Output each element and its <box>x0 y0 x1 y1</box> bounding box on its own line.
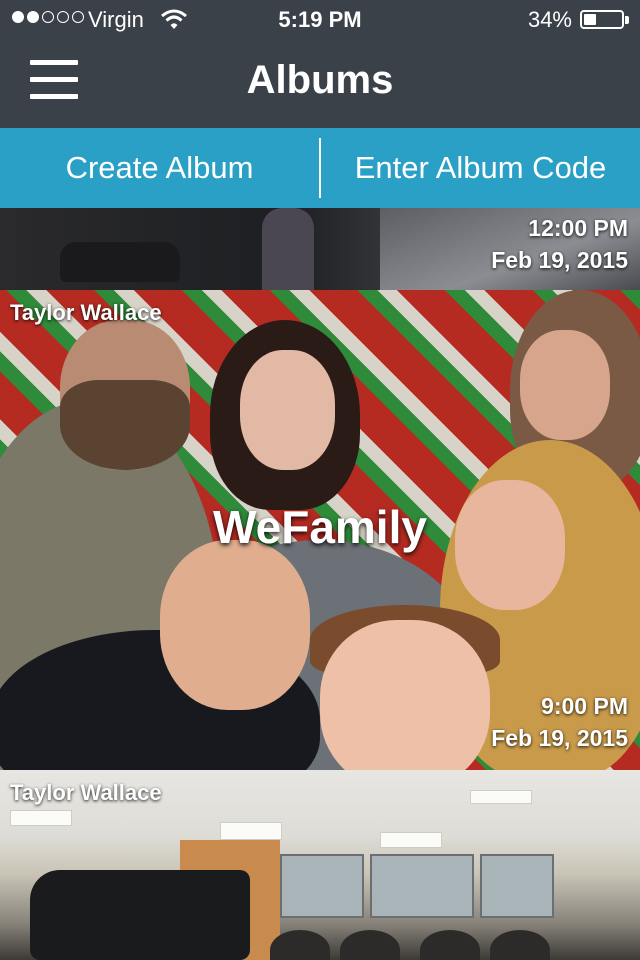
album-time: 9:00 PM <box>541 693 628 719</box>
navigation-bar: Albums <box>0 40 640 128</box>
enter-album-code-button[interactable]: Enter Album Code <box>321 128 640 208</box>
album-owner: Taylor Wallace <box>10 780 162 805</box>
battery-level <box>584 14 596 25</box>
album-date: Feb 19, 2015 <box>491 247 628 273</box>
album-date: Feb 19, 2015 <box>491 725 628 751</box>
album-title: WeFamily <box>213 501 427 553</box>
create-album-button[interactable]: Create Album <box>0 128 319 208</box>
page-title: Albums <box>246 58 394 102</box>
album-owner: Taylor Wallace <box>10 300 162 325</box>
album-actions-bar: Create Album Enter Album Code <box>0 128 640 208</box>
album-timestamp: 12:00 PM Feb 19, 2015 <box>491 212 628 276</box>
album-card[interactable]: Taylor Wallace <box>0 770 640 960</box>
status-bar: Virgin 5:19 PM 34% <box>0 0 640 40</box>
battery-icon <box>580 10 624 29</box>
album-time: 12:00 PM <box>528 215 628 241</box>
album-timestamp: 9:00 PM Feb 19, 2015 <box>491 690 628 754</box>
album-card[interactable]: 12:00 PM Feb 19, 2015 <box>0 208 640 290</box>
battery-percent: 34% <box>527 7 572 32</box>
top-bar: Virgin 5:19 PM 34% Albums <box>0 0 640 128</box>
battery-cap <box>625 16 629 24</box>
album-card[interactable]: Taylor Wallace WeFamily 9:00 PM Feb 19, … <box>0 290 640 770</box>
